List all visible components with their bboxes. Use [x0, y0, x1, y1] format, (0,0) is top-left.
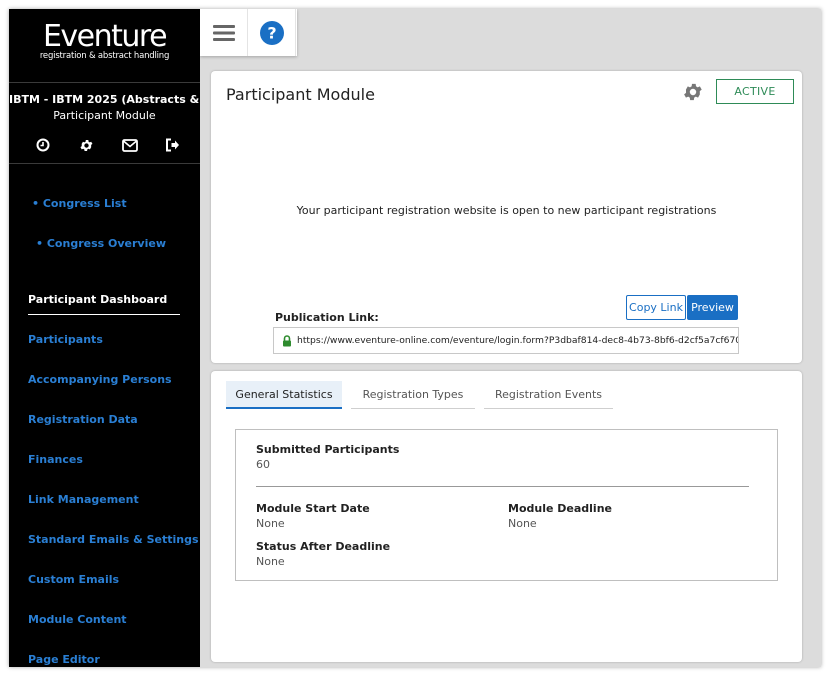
sidebar-item-participants[interactable]: Participants: [28, 333, 103, 346]
tab-registration-events[interactable]: Registration Events: [484, 381, 613, 409]
stats-divider: [256, 486, 749, 487]
help-button[interactable]: ?: [248, 9, 296, 56]
sidebar-icon-bar: [23, 135, 193, 155]
publication-link-url: https://www.eventure-online.com/eventure…: [297, 335, 738, 346]
sidebar-divider: [9, 82, 200, 83]
publication-link-label: Publication Link:: [275, 311, 379, 324]
svg-text:?: ?: [267, 23, 276, 42]
sidebar-item-module-content[interactable]: Module Content: [28, 613, 127, 626]
sidebar-divider: [9, 163, 200, 164]
sidebar-item-registration-data[interactable]: Registration Data: [28, 413, 138, 426]
sidebar-item-participant-dashboard[interactable]: Participant Dashboard: [28, 293, 167, 306]
module-start-date-value: None: [256, 517, 285, 530]
sidebar-link-congress-overview[interactable]: • Congress Overview: [36, 237, 166, 250]
copy-link-button[interactable]: Copy Link: [626, 295, 686, 320]
hamburger-menu-icon: [212, 24, 235, 41]
sidebar: Eventure registration & abstract handlin…: [9, 9, 200, 667]
statistics-tabs: General Statistics Registration Types Re…: [226, 381, 622, 409]
sidebar-link-congress-list[interactable]: • Congress List: [32, 197, 127, 210]
module-name: Participant Module: [53, 109, 156, 122]
preview-button[interactable]: Preview: [687, 295, 738, 320]
clock-icon[interactable]: [33, 135, 53, 155]
module-deadline-label: Module Deadline: [508, 502, 612, 515]
registration-open-message: Your participant registration website is…: [296, 204, 717, 217]
tab-general-statistics[interactable]: General Statistics: [226, 381, 342, 409]
active-item-underline: [28, 314, 180, 315]
logo-text: Eventure: [42, 19, 168, 54]
logo[interactable]: Eventure registration & abstract handlin…: [9, 19, 200, 61]
module-settings-button[interactable]: [682, 81, 704, 103]
publication-link-field[interactable]: https://www.eventure-online.com/eventure…: [273, 327, 739, 354]
gear-icon: [684, 83, 702, 101]
app-window: Eventure registration & abstract handlin…: [9, 9, 821, 667]
sidebar-item-finances[interactable]: Finances: [28, 453, 83, 466]
status-after-deadline-value: None: [256, 555, 285, 568]
module-panel: Participant Module ACTIVE Your participa…: [211, 71, 802, 363]
congress-name: IBTM - IBTM 2025 (Abstracts & Par...: [9, 93, 200, 106]
sidebar-item-custom-emails[interactable]: Custom Emails: [28, 573, 119, 586]
module-start-date-label: Module Start Date: [256, 502, 370, 515]
logo-tagline: registration & abstract handling: [39, 51, 170, 61]
module-deadline-value: None: [508, 517, 537, 530]
tab-registration-types[interactable]: Registration Types: [351, 381, 475, 409]
menu-toggle-button[interactable]: [200, 9, 248, 56]
help-icon: ?: [259, 20, 284, 45]
sidebar-item-standard-emails-settings[interactable]: Standard Emails & Settings: [28, 533, 199, 546]
statistics-panel: General Statistics Registration Types Re…: [211, 371, 802, 662]
top-toolbar: ?: [200, 9, 297, 56]
status-after-deadline-label: Status After Deadline: [256, 540, 391, 553]
envelope-icon[interactable]: [120, 135, 140, 155]
submitted-participants-value: 60: [256, 458, 270, 471]
page-title: Participant Module: [226, 85, 375, 104]
lock-icon: [282, 334, 292, 347]
status-badge[interactable]: ACTIVE: [716, 79, 794, 104]
sidebar-item-link-management[interactable]: Link Management: [28, 493, 139, 506]
general-statistics-box: Submitted Participants 60 Module Start D…: [235, 429, 778, 581]
sidebar-item-accompanying-persons[interactable]: Accompanying Persons: [28, 373, 172, 386]
submitted-participants-label: Submitted Participants: [256, 443, 400, 456]
sign-out-icon[interactable]: [163, 135, 183, 155]
sidebar-item-page-editor[interactable]: Page Editor: [28, 653, 100, 666]
gear-icon[interactable]: [76, 135, 96, 155]
